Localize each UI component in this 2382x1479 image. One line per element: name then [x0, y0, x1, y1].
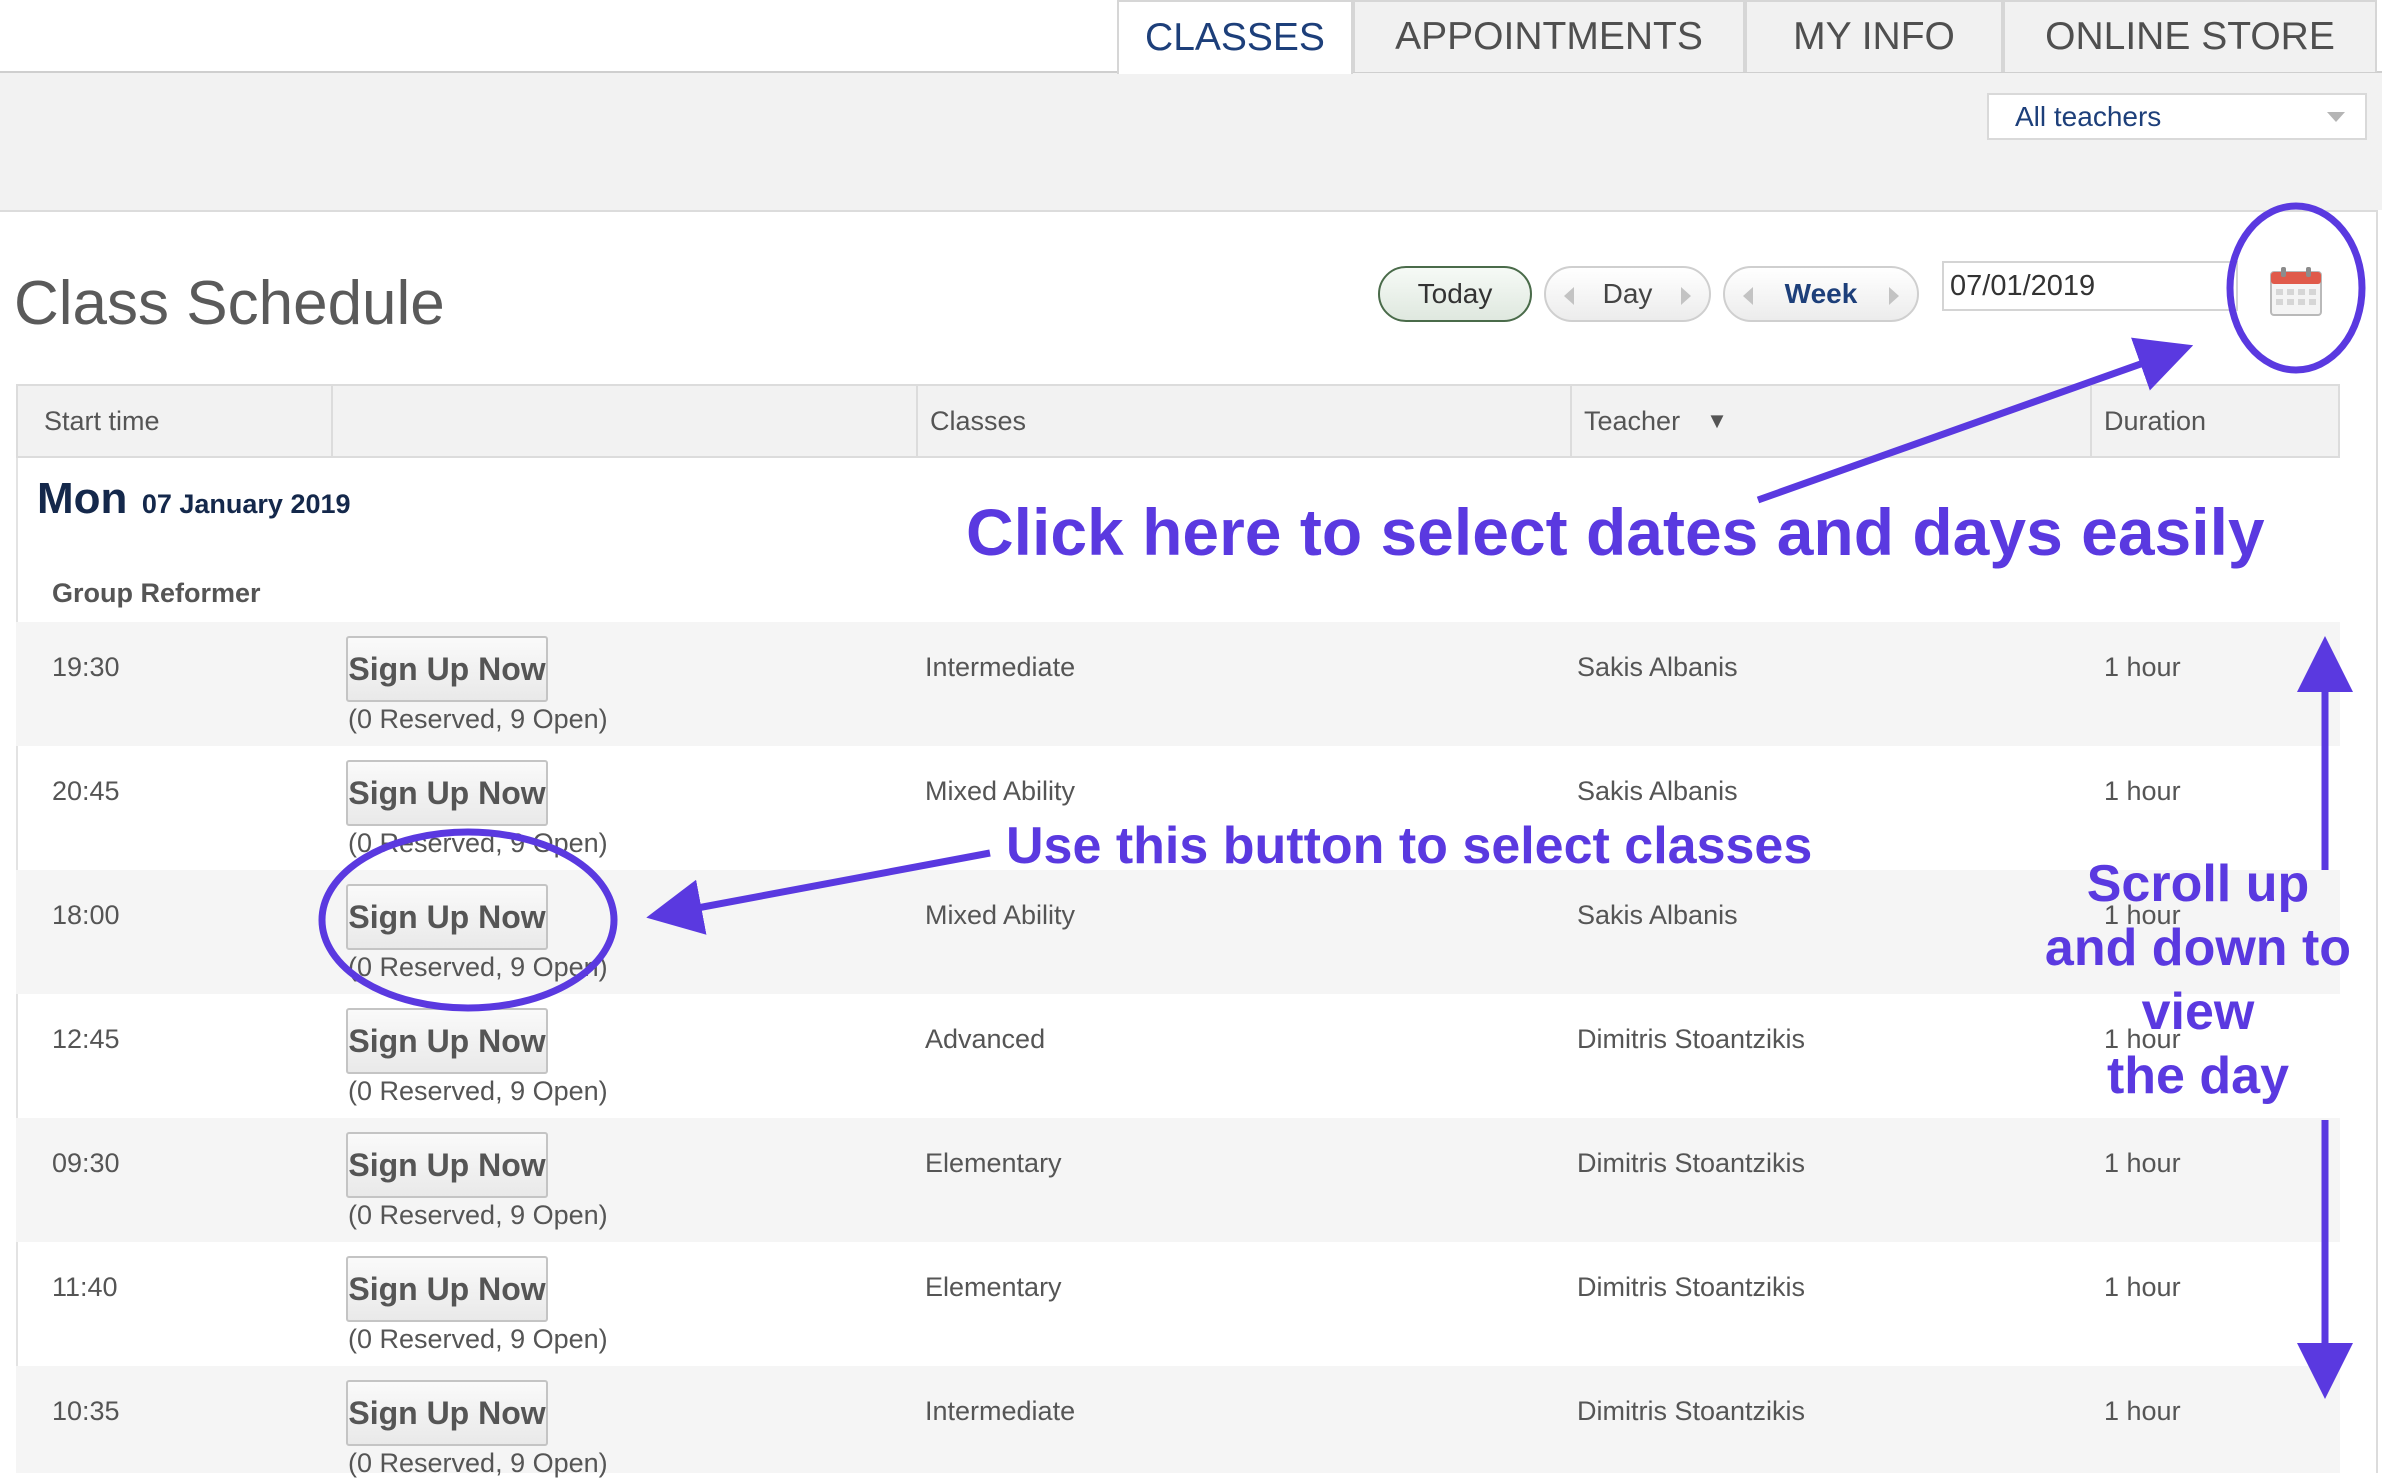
table-row: 11:40 Sign Up Now (0 Reserved, 9 Open) E…: [16, 1242, 2340, 1366]
header-teacher[interactable]: Teacher ▼: [1570, 386, 2090, 456]
row-teacher[interactable]: Dimitris Stoantzikis: [1577, 1396, 1805, 1427]
row-class-name[interactable]: Intermediate: [925, 652, 1075, 683]
day-date: 07 January 2019: [141, 489, 351, 519]
sign-up-button[interactable]: Sign Up Now: [346, 760, 548, 826]
sign-up-button[interactable]: Sign Up Now: [346, 1008, 548, 1074]
row-teacher[interactable]: Sakis Albanis: [1577, 776, 1738, 807]
row-duration: 1 hour: [2104, 1148, 2181, 1178]
day-nav-control[interactable]: Day: [1544, 266, 1711, 322]
header-duration[interactable]: Duration: [2090, 386, 2340, 456]
today-label: Today: [1417, 278, 1493, 309]
row-start-time: 19:30: [52, 652, 120, 682]
calendar-icon[interactable]: [2268, 264, 2324, 318]
header-teacher-label: Teacher: [1584, 405, 1681, 436]
calendar-tip-text: Click here to select dates and days easi…: [966, 495, 2265, 569]
day-name: Mon: [37, 474, 128, 523]
row-class-name[interactable]: Intermediate: [925, 1396, 1075, 1427]
row-teacher[interactable]: Dimitris Stoantzikis: [1577, 1024, 1805, 1055]
row-class-name[interactable]: Mixed Ability: [925, 776, 1075, 807]
week-nav-control[interactable]: Week: [1723, 266, 1919, 322]
row-start-time: 09:30: [52, 1148, 120, 1178]
button-tip-text: Use this button to select classes: [1006, 817, 1813, 875]
today-button[interactable]: Today: [1378, 266, 1532, 322]
sign-up-button[interactable]: Sign Up Now: [346, 884, 548, 950]
row-teacher[interactable]: Sakis Albanis: [1577, 652, 1738, 683]
tab-appointments[interactable]: APPOINTMENTS: [1353, 0, 1745, 72]
tab-my-info[interactable]: MY INFO: [1745, 0, 2003, 72]
teacher-filter-select[interactable]: All teachers: [1987, 93, 2367, 140]
group-label: Group Reformer: [52, 578, 261, 608]
prev-week-arrow-icon[interactable]: [1743, 287, 1753, 305]
page-title: Class Schedule: [14, 269, 445, 338]
sign-up-button[interactable]: Sign Up Now: [346, 1132, 548, 1198]
row-availability: (0 Reserved, 9 Open): [348, 1200, 608, 1230]
table-row: 10:35 Sign Up Now (0 Reserved, 9 Open) I…: [16, 1366, 2340, 1478]
row-availability: (0 Reserved, 9 Open): [348, 704, 608, 734]
row-teacher[interactable]: Dimitris Stoantzikis: [1577, 1148, 1805, 1179]
row-start-time: 11:40: [52, 1272, 118, 1302]
row-availability: (0 Reserved, 9 Open): [348, 1448, 608, 1478]
row-availability: (0 Reserved, 9 Open): [348, 1324, 608, 1354]
tab-classes[interactable]: CLASSES: [1117, 0, 1353, 74]
row-duration: 1 hour: [2104, 776, 2181, 806]
next-day-arrow-icon[interactable]: [1681, 287, 1691, 305]
row-class-name[interactable]: Elementary: [925, 1148, 1062, 1179]
day-heading: Mon 07 January 2019: [37, 474, 351, 524]
scroll-tip-text: Scroll up and down to view the day: [2030, 852, 2366, 1108]
row-start-time: 20:45: [52, 776, 120, 806]
row-class-name[interactable]: Elementary: [925, 1272, 1062, 1303]
row-class-name[interactable]: Advanced: [925, 1024, 1045, 1055]
row-duration: 1 hour: [2104, 652, 2181, 682]
header-signup: [331, 386, 916, 456]
date-input[interactable]: [1942, 261, 2238, 311]
table-header: Start time Classes Teacher ▼ Duration: [16, 384, 2340, 458]
table-row: 12:45 Sign Up Now (0 Reserved, 9 Open) A…: [16, 994, 2340, 1118]
row-availability: (0 Reserved, 9 Open): [348, 828, 608, 858]
prev-day-arrow-icon[interactable]: [1564, 287, 1574, 305]
sign-up-button[interactable]: Sign Up Now: [346, 636, 548, 702]
row-availability: (0 Reserved, 9 Open): [348, 1076, 608, 1106]
top-nav: CLASSES APPOINTMENTS MY INFO ONLINE STOR…: [0, 0, 2382, 74]
row-start-time: 18:00: [52, 900, 120, 930]
scroll-tip-line: Scroll up: [2086, 855, 2310, 913]
row-class-name[interactable]: Mixed Ability: [925, 900, 1075, 931]
header-classes[interactable]: Classes: [916, 386, 1570, 456]
row-teacher[interactable]: Dimitris Stoantzikis: [1577, 1272, 1805, 1303]
header-start-time[interactable]: Start time: [18, 386, 331, 456]
row-start-time: 12:45: [52, 1024, 120, 1054]
scroll-tip-line: the day: [2106, 1047, 2290, 1105]
week-label: Week: [1784, 278, 1858, 309]
sort-desc-icon[interactable]: ▼: [1706, 408, 1728, 434]
sign-up-button[interactable]: Sign Up Now: [346, 1256, 548, 1322]
row-availability: (0 Reserved, 9 Open): [348, 952, 608, 982]
sign-up-button[interactable]: Sign Up Now: [346, 1380, 548, 1446]
table-row: 18:00 Sign Up Now (0 Reserved, 9 Open) M…: [16, 870, 2340, 994]
scroll-tip-line: view: [2141, 983, 2255, 1041]
next-week-arrow-icon[interactable]: [1889, 287, 1899, 305]
row-duration: 1 hour: [2104, 1396, 2181, 1426]
row-duration: 1 hour: [2104, 1272, 2181, 1302]
scroll-tip-line: and down to: [2044, 919, 2352, 977]
teacher-filter-value: All teachers: [2015, 100, 2162, 132]
table-row: 09:30 Sign Up Now (0 Reserved, 9 Open) E…: [16, 1118, 2340, 1242]
tab-online-store[interactable]: ONLINE STORE: [2003, 0, 2377, 72]
row-start-time: 10:35: [52, 1396, 120, 1426]
chevron-down-icon: [2327, 112, 2345, 122]
table-row: 19:30 Sign Up Now (0 Reserved, 9 Open) I…: [16, 622, 2340, 746]
day-label: Day: [1602, 278, 1653, 309]
row-teacher[interactable]: Sakis Albanis: [1577, 900, 1738, 931]
